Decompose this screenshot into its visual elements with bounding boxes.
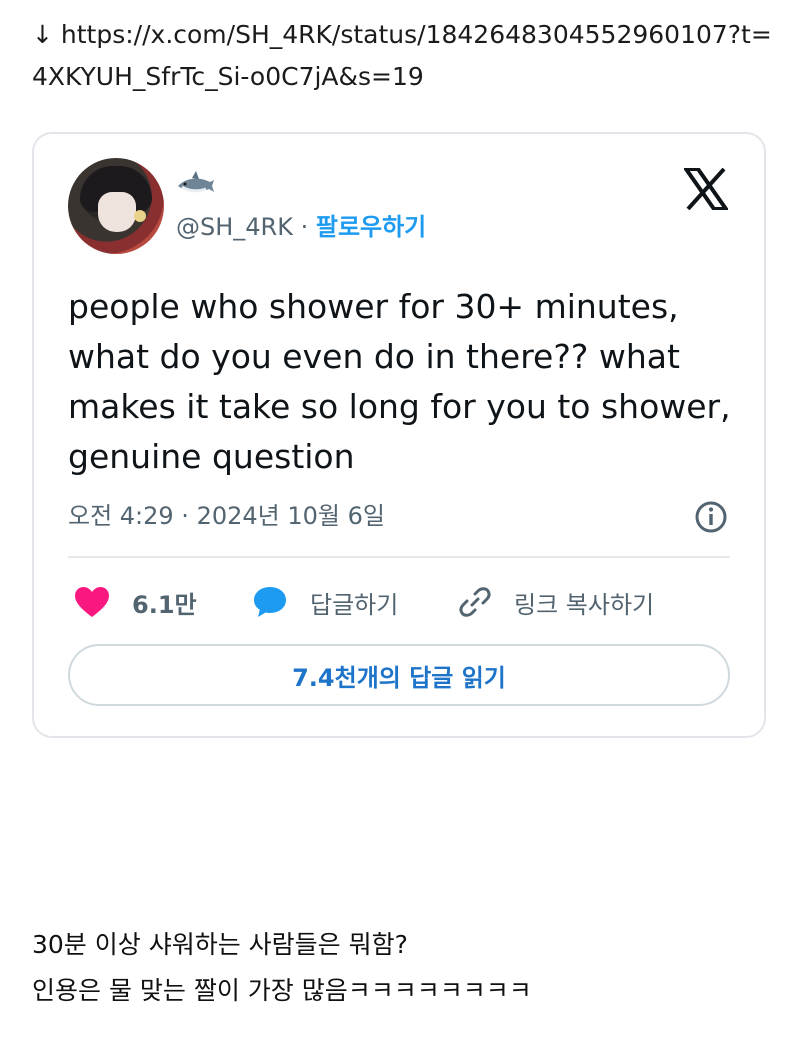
reply-button[interactable]: 답글하기 [252, 582, 398, 622]
copy-link-label: 링크 복사하기 [514, 590, 655, 619]
caption-line-1: 30분 이상 샤워하는 사람들은 뭐함? [32, 930, 408, 959]
like-count: 6.1만 [132, 590, 197, 619]
shark-icon [178, 171, 214, 193]
heart-icon [75, 587, 109, 617]
post-caption: 30분 이상 샤워하는 사람들은 뭐함? 인용은 물 맞는 짤이 가장 많음ㅋㅋ… [32, 922, 772, 1014]
link-url[interactable]: https://x.com/SH_4RK/status/184264830455… [32, 20, 772, 91]
author-handle[interactable]: @SH_4RK [176, 213, 293, 241]
tweet-embed-card[interactable]: @SH_4RK · 팔로우하기 people who shower for 30… [32, 132, 766, 738]
download-arrow-icon: ↓ [32, 20, 53, 49]
avatar[interactable] [68, 158, 164, 254]
like-button[interactable]: 6.1만 [74, 582, 197, 622]
link-icon [459, 587, 491, 617]
caption-line-2: 인용은 물 맞는 짤이 가장 많음ㅋㅋㅋㅋㅋㅋㅋㅋ [32, 976, 532, 1005]
divider [68, 556, 730, 558]
tweet-text: people who shower for 30+ minutes, what … [68, 287, 731, 476]
author-row: @SH_4RK · 팔로우하기 [176, 210, 426, 244]
follow-button[interactable]: 팔로우하기 [316, 213, 426, 241]
info-icon[interactable] [694, 500, 728, 534]
reply-bubble-icon [254, 587, 286, 617]
tweet-timestamp[interactable]: 오전 4:29 · 2024년 10월 6일 [68, 500, 385, 532]
shared-link[interactable]: ↓ https://x.com/SH_4RK/status/1842648304… [32, 14, 782, 98]
read-replies-button[interactable]: 7.4천개의 답글 읽기 [68, 644, 730, 706]
x-logo-icon[interactable] [684, 168, 728, 210]
separator: · [292, 213, 316, 241]
reply-label: 답글하기 [310, 590, 399, 619]
copy-link-button[interactable]: 링크 복사하기 [458, 582, 654, 622]
